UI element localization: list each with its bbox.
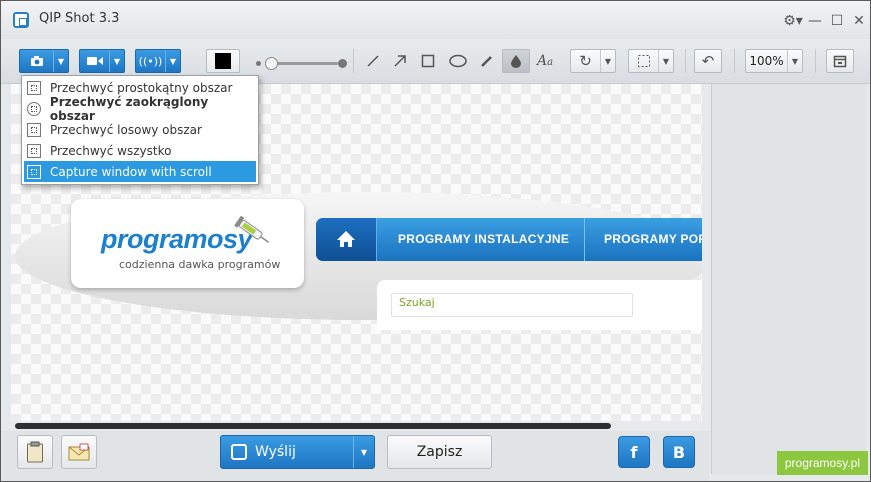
- scroll-capture-icon: [27, 164, 41, 179]
- send-label: Wyślij: [255, 444, 296, 460]
- video-record-button[interactable]: ▼: [79, 49, 125, 73]
- line-tool-button[interactable]: [361, 49, 385, 73]
- save-button[interactable]: Zapisz: [387, 435, 492, 469]
- rectangle-icon: [421, 54, 435, 68]
- site-logo: programosy: [101, 224, 253, 254]
- maximize-button[interactable]: ☐: [826, 9, 848, 33]
- pencil-icon: [481, 56, 492, 67]
- window-controls: ⚙▾ — ☐ ✕: [782, 9, 870, 33]
- facebook-share-button[interactable]: f: [618, 436, 650, 468]
- chevron-down-icon[interactable]: ▼: [165, 50, 180, 72]
- freeform-selection-icon: [27, 122, 41, 137]
- text-tool-button[interactable]: Aa: [532, 49, 558, 73]
- app-window: QIP Shot 3.3 ⚙▾ — ☐ ✕ ▼ ▼ ((•)) ▼ Aa ↻ ▼…: [0, 0, 871, 482]
- scrollbar-thumb[interactable]: [15, 423, 611, 429]
- menu-item-label: Przechwyć prostokątny obszar: [50, 80, 233, 95]
- rotate-icon: ↻: [579, 52, 592, 70]
- nav-divider: [584, 218, 585, 261]
- send-options-chevron-icon[interactable]: ▼: [353, 436, 374, 468]
- calendar-icon: [827, 50, 853, 72]
- color-swatch: [215, 53, 231, 69]
- nav-item-programy-portable[interactable]: PROGRAMY POR: [604, 218, 702, 261]
- copy-to-clipboard-button[interactable]: [17, 435, 53, 469]
- color-picker-button[interactable]: [206, 49, 240, 73]
- bottom-action-bar: Wyślij ▼ Zapisz f B: [1, 431, 709, 481]
- close-button[interactable]: ✕: [848, 9, 870, 33]
- window-title: QIP Shot 3.3: [39, 11, 120, 26]
- chevron-down-icon[interactable]: ▼: [53, 50, 68, 72]
- send-button[interactable]: Wyślij ▼: [220, 435, 375, 469]
- broadcast-button[interactable]: ((•)) ▼: [135, 49, 181, 73]
- app-icon: [13, 12, 29, 28]
- site-search-input[interactable]: Szukaj: [391, 293, 633, 317]
- chevron-down-icon[interactable]: ▼: [787, 50, 802, 72]
- clipboard-icon: [27, 441, 43, 463]
- toolbar-divider: [734, 49, 735, 73]
- menu-item-rounded-area[interactable]: Przechwyć zaokrąglony obszar: [24, 95, 256, 123]
- video-camera-icon: [80, 50, 109, 72]
- drop-icon: [511, 55, 521, 68]
- rect-selection-icon: [27, 80, 41, 95]
- site-search-panel: Szukaj: [377, 280, 702, 330]
- toolbar-divider: [815, 49, 816, 73]
- site-tagline: codzienna dawka programów: [119, 258, 281, 271]
- upload-icon: [231, 444, 247, 460]
- vk-share-button[interactable]: B: [663, 436, 695, 468]
- rotate-button[interactable]: ↻ ▼: [570, 49, 616, 73]
- email-button[interactable]: [61, 435, 97, 469]
- home-icon: [337, 231, 355, 247]
- undo-icon: ↶: [701, 52, 715, 70]
- history-side-panel: [711, 84, 866, 474]
- arrow-icon: [394, 55, 406, 67]
- zoom-value: 100%: [749, 54, 784, 68]
- broadcast-icon: ((•)): [138, 54, 163, 68]
- rounded-selection-icon: [27, 101, 41, 116]
- title-bar: QIP Shot 3.3 ⚙▾ — ☐ ✕: [1, 1, 870, 39]
- menu-item-scroll-capture[interactable]: Capture window with scroll: [24, 161, 256, 182]
- arrow-tool-button[interactable]: [388, 49, 412, 73]
- chevron-down-icon[interactable]: ▼: [109, 50, 124, 72]
- camera-icon: [20, 50, 53, 72]
- site-nav-bar: PROGRAMY INSTALACYJNE PROGRAMY POR: [316, 218, 702, 261]
- menu-item-label: Capture window with scroll: [50, 164, 212, 179]
- chevron-down-icon[interactable]: ▼: [600, 50, 615, 72]
- text-tool-icon: Aa: [536, 53, 554, 69]
- capture-mode-menu: Przechwyć prostokątny obszar Przechwyć z…: [21, 75, 259, 185]
- horizontal-scrollbar[interactable]: [11, 421, 702, 431]
- menu-item-freeform-area[interactable]: Przechwyć losowy obszar: [24, 119, 256, 140]
- line-width-slider[interactable]: [256, 57, 348, 70]
- nav-item-programy-instalacyjne[interactable]: PROGRAMY INSTALACYJNE: [398, 218, 569, 261]
- toolbar-divider: [685, 49, 686, 73]
- envelope-icon: [68, 443, 90, 461]
- screenshot-button[interactable]: ▼: [19, 49, 69, 73]
- syringe-icon: [234, 216, 270, 243]
- rectangle-tool-button[interactable]: [416, 49, 440, 73]
- menu-item-label: Przechwyć wszystko: [50, 143, 172, 158]
- menu-item-full-screen[interactable]: Przechwyć wszystko: [24, 140, 256, 161]
- slider-min-dot: [256, 61, 261, 66]
- pencil-tool-button[interactable]: [475, 49, 499, 73]
- slider-thumb[interactable]: [265, 57, 278, 70]
- undo-button[interactable]: ↶: [694, 49, 722, 73]
- settings-gear-icon[interactable]: ⚙▾: [782, 9, 804, 33]
- ellipse-icon: [449, 54, 467, 68]
- line-icon: [367, 55, 379, 67]
- toolbar-divider: [353, 49, 354, 73]
- chevron-down-icon[interactable]: ▼: [658, 50, 673, 72]
- blur-tool-button[interactable]: [502, 49, 530, 73]
- history-panel-button[interactable]: [826, 49, 854, 73]
- slider-max-dot: [338, 59, 347, 68]
- ellipse-tool-button[interactable]: [445, 49, 471, 73]
- minimize-button[interactable]: —: [804, 9, 826, 33]
- nav-home-button[interactable]: [316, 218, 377, 261]
- zoom-select[interactable]: 100% ▼: [745, 49, 803, 73]
- crop-button[interactable]: ▼: [628, 49, 674, 73]
- watermark: programosy.pl: [776, 451, 868, 475]
- site-logo-card: programosy codzienna dawka programów: [71, 199, 304, 288]
- crop-selection-icon: [629, 50, 658, 72]
- menu-item-label: Przechwyć losowy obszar: [50, 122, 202, 137]
- full-screen-icon: [27, 143, 41, 158]
